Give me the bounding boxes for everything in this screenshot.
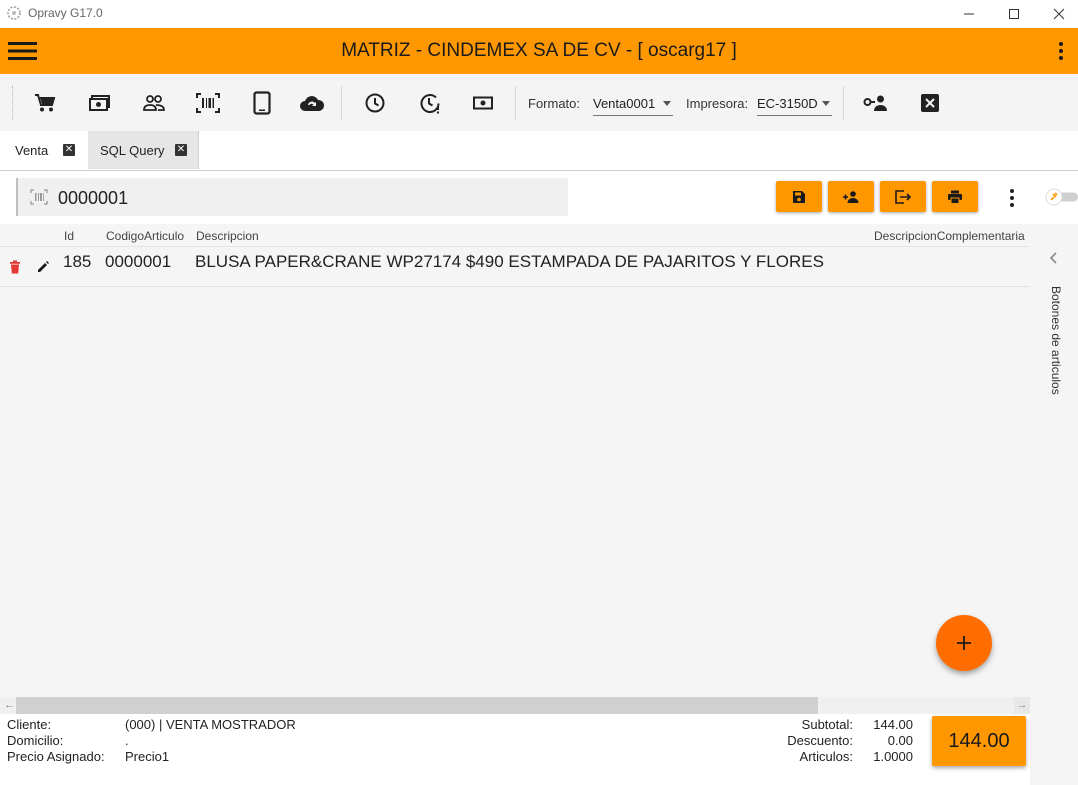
cell-descripcion: BLUSA PAPER&CRANE WP27174 $490 ESTAMPADA… bbox=[195, 252, 824, 271]
add-user-button[interactable] bbox=[828, 181, 874, 212]
more-vert-icon[interactable] bbox=[1050, 39, 1072, 63]
minimize-button[interactable] bbox=[946, 0, 992, 28]
window-titlebar: Opravy G17.0 bbox=[0, 0, 1078, 28]
close-box-icon[interactable] bbox=[916, 90, 944, 116]
search-input[interactable]: 0000001 bbox=[16, 178, 568, 216]
save-button[interactable] bbox=[776, 181, 822, 212]
plus-icon bbox=[956, 635, 972, 651]
window-title: Opravy G17.0 bbox=[28, 6, 103, 20]
toolbar-separator bbox=[843, 86, 844, 120]
print-icon bbox=[947, 190, 963, 204]
column-header-id[interactable]: Id bbox=[64, 229, 74, 243]
subtotal-value: 144.00 bbox=[873, 717, 913, 732]
more-vert-icon[interactable] bbox=[1002, 186, 1022, 210]
cash-icon[interactable] bbox=[86, 90, 114, 116]
formato-value: Venta0001 bbox=[593, 96, 656, 111]
chevron-left-icon[interactable] bbox=[1048, 251, 1060, 265]
add-user-icon bbox=[842, 190, 860, 203]
save-icon bbox=[792, 190, 806, 204]
close-window-button[interactable] bbox=[1036, 0, 1078, 28]
add-fab-button[interactable] bbox=[936, 615, 992, 671]
close-tab-icon[interactable]: ✕ bbox=[175, 144, 187, 156]
precio-asignado-label: Precio Asignado: bbox=[7, 749, 105, 764]
formato-label: Formato: bbox=[528, 96, 581, 111]
formato-select[interactable]: Venta0001 bbox=[593, 91, 673, 116]
close-icon bbox=[1053, 8, 1065, 20]
scroll-right-icon[interactable]: → bbox=[1014, 697, 1030, 714]
app-bar: MATRIZ - CINDEMEX SA DE CV - [ oscarg17 … bbox=[0, 28, 1078, 74]
articulos-label: Articulos: bbox=[799, 749, 853, 764]
cell-id: 185 bbox=[63, 252, 92, 271]
toolbar: Formato: Venta0001 Impresora: EC-3150D bbox=[0, 74, 1078, 131]
money-icon[interactable] bbox=[469, 90, 497, 116]
tablet-icon[interactable] bbox=[248, 90, 276, 116]
column-header-descripcion[interactable]: Descripcion bbox=[196, 229, 259, 243]
clock-alert-icon[interactable] bbox=[416, 90, 444, 116]
impresora-select[interactable]: EC-3150D bbox=[757, 91, 832, 116]
precio-asignado-value: Precio1 bbox=[125, 749, 170, 764]
cloud-sync-icon[interactable] bbox=[298, 90, 326, 116]
barcode-scan-icon bbox=[30, 189, 48, 205]
search-value: 0000001 bbox=[58, 188, 129, 208]
tab-venta[interactable]: Venta ✕ bbox=[0, 131, 89, 169]
tab-bar: Venta ✕ SQL Query ✕ bbox=[0, 131, 1078, 171]
domicilio-label: Domicilio: bbox=[7, 733, 64, 748]
cliente-label: Cliente: bbox=[7, 717, 52, 732]
column-header-descripcion-complementaria[interactable]: DescripcionComplementaria bbox=[874, 229, 1025, 243]
subtotal-label: Subtotal: bbox=[801, 717, 853, 732]
tab-venta-label: Venta bbox=[15, 143, 49, 158]
divider bbox=[0, 286, 1030, 287]
cell-codigo: 0000001 bbox=[105, 252, 172, 271]
descuento-label: Descuento: bbox=[787, 733, 853, 748]
tab-sql-query[interactable]: SQL Query ✕ bbox=[88, 131, 199, 169]
side-panel-label: Botones de articulos bbox=[1049, 286, 1063, 395]
toolbar-grip bbox=[12, 86, 14, 120]
impresora-label: Impresora: bbox=[686, 96, 749, 111]
people-icon[interactable] bbox=[140, 90, 168, 116]
cart-icon[interactable] bbox=[31, 90, 59, 116]
app-icon bbox=[6, 5, 22, 21]
app-bar-title: MATRIZ - CINDEMEX SA DE CV - [ oscarg17 … bbox=[341, 40, 737, 61]
toolbar-separator bbox=[515, 86, 516, 120]
maximize-button[interactable] bbox=[991, 0, 1037, 28]
scrollbar-thumb[interactable] bbox=[16, 697, 818, 714]
close-tab-icon[interactable]: ✕ bbox=[63, 144, 75, 156]
hamburger-menu-icon[interactable] bbox=[8, 38, 38, 64]
cliente-value: (000) | VENTA MOSTRADOR bbox=[125, 717, 296, 732]
minimize-icon bbox=[963, 8, 975, 20]
chevron-down-icon bbox=[663, 101, 671, 106]
delete-icon[interactable] bbox=[9, 260, 21, 274]
horizontal-scrollbar[interactable]: ← bbox=[0, 697, 1030, 714]
clock-icon[interactable] bbox=[361, 90, 389, 116]
column-header-codigo[interactable]: CodigoArticulo bbox=[106, 229, 184, 243]
descuento-value: 0.00 bbox=[887, 733, 913, 748]
pin-toggle[interactable] bbox=[1044, 188, 1078, 206]
tab-sql-query-label: SQL Query bbox=[100, 143, 165, 158]
user-key-icon[interactable] bbox=[862, 90, 890, 116]
impresora-value: EC-3150D bbox=[757, 96, 818, 111]
scroll-left-icon[interactable]: ← bbox=[4, 699, 15, 711]
edit-icon[interactable] bbox=[36, 260, 50, 274]
maximize-icon bbox=[1008, 8, 1020, 20]
exit-button[interactable] bbox=[880, 181, 926, 212]
print-button[interactable] bbox=[932, 181, 978, 212]
domicilio-value: . bbox=[125, 733, 129, 748]
barcode-icon[interactable] bbox=[194, 90, 222, 116]
chevron-down-icon bbox=[822, 101, 830, 106]
total-button[interactable]: 144.00 bbox=[932, 716, 1026, 766]
articulos-value: 1.0000 bbox=[873, 749, 913, 764]
toolbar-separator bbox=[341, 86, 342, 120]
exit-icon bbox=[895, 189, 911, 204]
